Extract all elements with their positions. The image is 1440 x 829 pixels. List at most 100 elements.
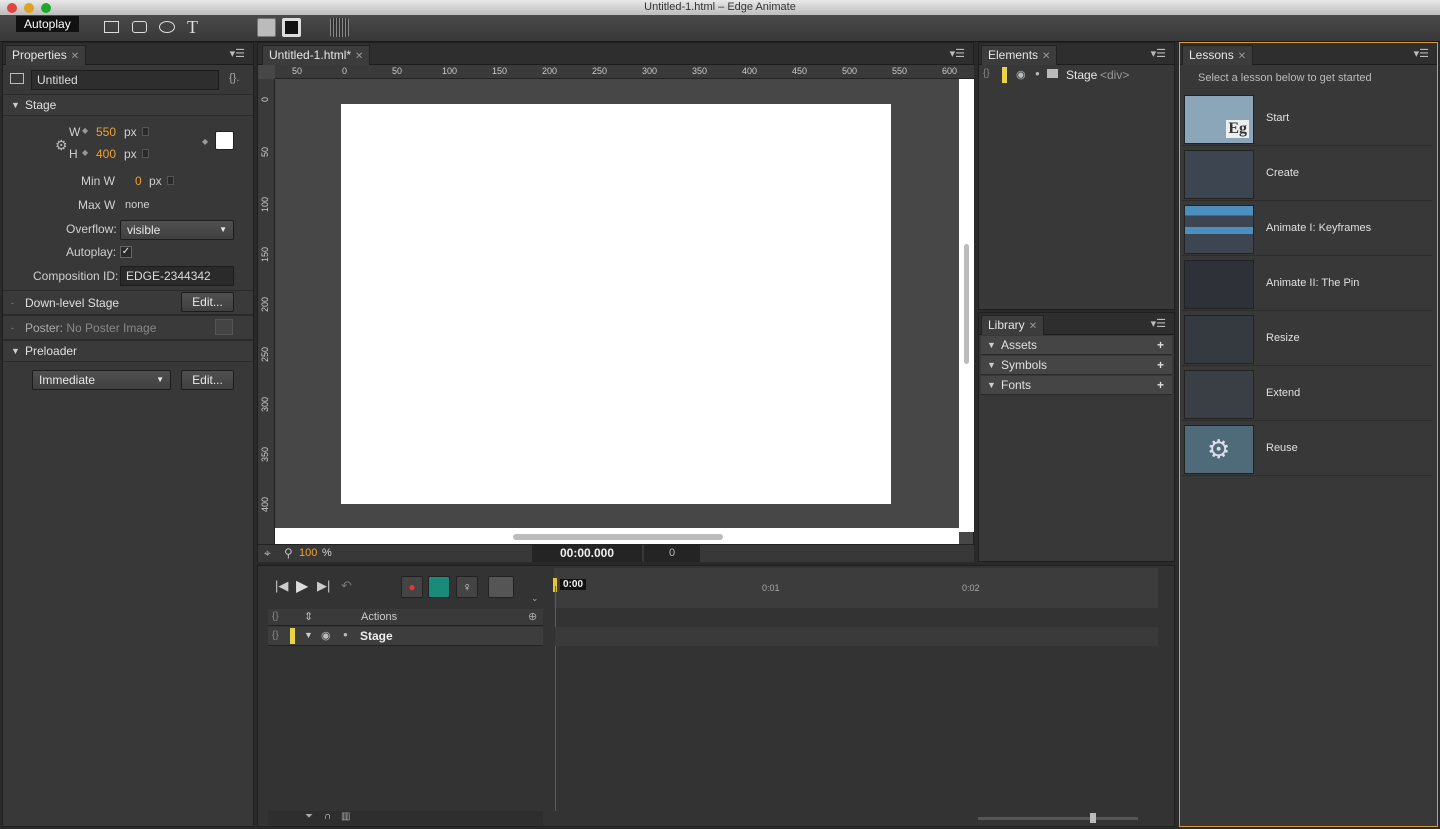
rectangle-tool-icon[interactable] (104, 21, 119, 33)
h-unit-toggle[interactable] (142, 149, 149, 158)
minw-unit-toggle[interactable] (167, 176, 174, 185)
panel-menu-icon-2[interactable]: ▾☰ (950, 47, 965, 60)
auto-keyframe-icon[interactable]: ● (401, 576, 423, 598)
collapse-all-icon[interactable]: ⇕ (304, 610, 313, 623)
go-to-start-icon[interactable]: |◀ (275, 578, 288, 594)
add-asset-icon[interactable]: + (1157, 336, 1164, 354)
add-symbol-icon[interactable]: + (1157, 356, 1164, 374)
easing-icon[interactable] (488, 576, 514, 598)
zoom-window-icon[interactable] (41, 3, 51, 13)
library-section-fonts[interactable]: ▼ Fonts + (981, 376, 1172, 395)
pin-icon[interactable]: ♀ (456, 576, 478, 598)
autoplay-checkbox[interactable]: ✓ (120, 246, 132, 258)
stage-artboard[interactable] (341, 104, 891, 504)
timeline-ruler[interactable]: 0:01 0:02 (554, 568, 1158, 608)
tab-document[interactable]: Untitled-1.html* ✕ (262, 45, 371, 65)
timeline-stage-row[interactable]: {} ▼ ◉ ● Stage (268, 627, 543, 646)
close-window-icon[interactable] (7, 3, 17, 13)
lock-dot-icon[interactable]: ● (1035, 69, 1040, 78)
stage-canvas[interactable] (275, 79, 959, 532)
minw-value[interactable]: 0 (135, 174, 142, 188)
close-tab-icon-4[interactable]: ✕ (1029, 321, 1037, 332)
zoom-magnifier-icon[interactable]: ⚲ (284, 546, 293, 560)
lesson-pin[interactable]: Animate II: The Pin (1182, 257, 1432, 311)
tab-lessons[interactable]: Lessons ✕ (1182, 45, 1254, 65)
time-display[interactable]: 00:00.000 (532, 545, 642, 562)
preloader-select[interactable]: Immediate ▼ (32, 370, 171, 390)
composition-id-field[interactable]: EDGE-2344342 (120, 266, 234, 286)
stage-grid-icon[interactable] (330, 18, 349, 37)
minimize-window-icon[interactable] (24, 3, 34, 13)
height-value[interactable]: 400 (96, 147, 116, 161)
horizontal-scroll-thumb[interactable] (513, 534, 723, 540)
lesson-reuse[interactable]: ⚙ Reuse (1182, 422, 1432, 476)
camera-icon[interactable] (215, 319, 233, 335)
border-color-swatch[interactable] (282, 18, 301, 37)
tab-elements[interactable]: Elements ✕ (981, 45, 1058, 65)
vertical-scroll-thumb[interactable] (964, 244, 969, 364)
text-tool-icon[interactable]: T (187, 17, 198, 38)
element-name-field[interactable]: Untitled (31, 70, 219, 90)
downlevel-edit-button[interactable]: Edit... (181, 292, 234, 312)
filter-icon[interactable]: ⏷ (305, 811, 313, 822)
zoom-value[interactable]: 100 (299, 547, 317, 559)
library-section-symbols[interactable]: ▼ Symbols + (981, 356, 1172, 375)
lesson-resize[interactable]: Resize (1182, 312, 1432, 366)
stage-section-header[interactable]: ▼ Stage (3, 94, 253, 116)
crosshair-icon[interactable]: ⌖ (264, 546, 271, 561)
width-value[interactable]: 550 (96, 125, 116, 139)
grid-toggle-icon[interactable]: ▥ (341, 811, 350, 822)
panel-menu-icon-5[interactable]: ▾☰ (1414, 47, 1429, 60)
code-braces-icon-4[interactable]: {} (272, 630, 279, 641)
w-keyframe-diamond-icon[interactable]: ◆ (82, 126, 88, 135)
undo-icon[interactable]: ↶ (341, 578, 352, 594)
lesson-start[interactable]: Eg Start (1182, 92, 1432, 146)
expand-triangle-icon[interactable]: ▼ (304, 630, 313, 640)
rounded-rectangle-tool-icon[interactable] (132, 21, 147, 33)
auto-transition-icon[interactable] (428, 576, 450, 598)
magnet-icon[interactable]: ∩ (324, 811, 331, 822)
code-braces-icon-3[interactable]: {} (272, 611, 279, 622)
maxw-value[interactable]: none (125, 199, 149, 211)
library-section-assets[interactable]: ▼ Assets + (981, 336, 1172, 355)
color-keyframe-diamond-icon[interactable]: ◆ (202, 137, 208, 146)
preloader-edit-button[interactable]: Edit... (181, 370, 234, 390)
close-tab-icon-5[interactable]: ✕ (1238, 51, 1246, 62)
close-tab-icon[interactable]: ✕ (71, 51, 79, 62)
code-braces-icon[interactable]: {}. (229, 72, 239, 84)
go-to-end-icon[interactable]: ▶| (317, 578, 330, 594)
overflow-select[interactable]: visible ▼ (120, 220, 234, 240)
actions-row[interactable]: {} ⇕ Actions ⊕ (268, 609, 543, 626)
ellipse-tool-icon[interactable] (159, 21, 175, 33)
add-font-icon[interactable]: + (1157, 376, 1164, 394)
play-icon[interactable]: ▶ (296, 576, 308, 596)
frame-display[interactable]: 0 (644, 545, 700, 562)
preloader-section-header[interactable]: ▼ Preloader (3, 340, 253, 362)
vertical-scrollbar[interactable] (959, 79, 974, 532)
close-tab-icon-3[interactable]: ✕ (1042, 51, 1050, 62)
panel-menu-icon-3[interactable]: ▾☰ (1151, 47, 1166, 60)
tab-properties[interactable]: Properties ✕ (5, 45, 87, 65)
element-row-stage[interactable]: {} ◉ ● Stage <div> (979, 65, 1174, 85)
chevron-down-icon-3[interactable]: ⌄ (531, 593, 539, 604)
add-action-icon[interactable]: ⊕ (528, 610, 537, 623)
stage-color-swatch[interactable] (215, 131, 234, 150)
h-keyframe-diamond-icon[interactable]: ◆ (82, 148, 88, 157)
panel-menu-icon[interactable]: ▾☰ (230, 47, 245, 60)
link-dimensions-icon[interactable]: ⚙ (55, 137, 68, 154)
lesson-create[interactable]: Create (1182, 147, 1432, 201)
lesson-keyframes[interactable]: Animate I: Keyframes (1182, 202, 1432, 256)
lesson-extend[interactable]: Extend (1182, 367, 1432, 421)
zoom-slider-thumb[interactable] (1090, 813, 1096, 823)
eye-visibility-icon[interactable]: ◉ (1016, 68, 1026, 81)
lock-dot-icon-2[interactable]: ● (343, 630, 348, 639)
code-braces-icon-2[interactable]: {} (983, 68, 990, 79)
tab-library[interactable]: Library ✕ (981, 315, 1045, 335)
timeline-zoom-slider[interactable] (978, 813, 1138, 823)
close-tab-icon-2[interactable]: ✕ (355, 51, 363, 62)
w-unit-toggle[interactable] (142, 127, 149, 136)
background-color-swatch[interactable] (257, 18, 276, 37)
eye-visibility-icon-2[interactable]: ◉ (321, 629, 331, 642)
panel-menu-icon-4[interactable]: ▾☰ (1151, 317, 1166, 330)
stage-track[interactable] (555, 627, 1158, 646)
